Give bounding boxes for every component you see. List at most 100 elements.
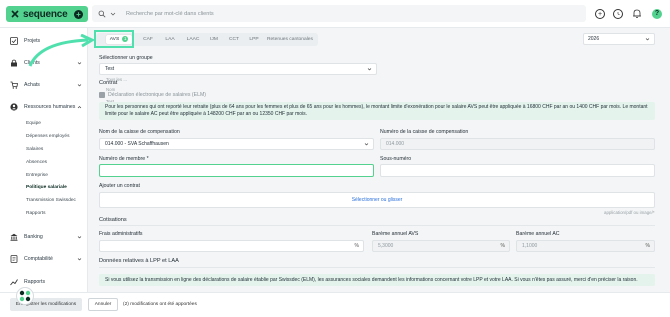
- sidebar-item-rapports[interactable]: Rapports: [10, 276, 82, 288]
- sidebar-item-label: Comptabilité: [24, 256, 53, 262]
- chevron-up-icon: [77, 106, 82, 109]
- sidebar-item-banking[interactable]: Banking: [10, 231, 82, 243]
- add-contract-label: Ajouter un contrat: [99, 183, 140, 189]
- chevron-down-icon[interactable]: [110, 11, 116, 17]
- tab-laa[interactable]: LAA: [162, 35, 178, 44]
- sidebar-subitem-absences[interactable]: Absences: [26, 160, 47, 165]
- tab-lpp[interactable]: LPP: [246, 35, 262, 44]
- sidebar-item-achats[interactable]: Achats: [10, 79, 82, 91]
- member-number-label: Numéro de membre *: [99, 156, 149, 162]
- top-bar: sequence + + ?: [0, 0, 670, 28]
- compensation-number-value: 014.000: [386, 141, 405, 147]
- bank-icon: [10, 233, 18, 241]
- contract-dropzone[interactable]: Sélectionner ou glisser: [99, 192, 655, 208]
- clock-icon[interactable]: [613, 9, 623, 19]
- group-select[interactable]: Test: [99, 63, 377, 75]
- clock-hands-icon: [617, 12, 620, 16]
- checkbox-icon: [10, 37, 18, 45]
- group-label: Sélectionner un groupe: [99, 55, 153, 61]
- tab-ijm[interactable]: IJM: [207, 35, 221, 44]
- year-select[interactable]: 2026: [583, 33, 655, 45]
- search-input[interactable]: [126, 10, 526, 17]
- elm-checkbox[interactable]: [99, 92, 105, 98]
- chevron-down-icon: [364, 143, 369, 146]
- avs-rate-label: Barème annuel AVS: [372, 231, 419, 237]
- ac-rate-field: 1,1000 %: [516, 240, 655, 252]
- section-divider: [99, 267, 655, 268]
- chevron-down-icon: [77, 84, 82, 87]
- percent-suffix: %: [354, 243, 359, 249]
- search-bar[interactable]: [92, 5, 586, 22]
- logo-text: sequence: [23, 8, 68, 20]
- sidebar-subitem-transmission-swissdec[interactable]: Transmission Swissdec: [26, 198, 76, 203]
- changes-count-text: (2) modifications ont été apportées: [123, 302, 197, 307]
- avs-rate-field: 5,3000 %: [372, 240, 510, 252]
- sidebar-item-label: Banking: [24, 234, 43, 240]
- avs-rate-value: 5,3000: [378, 243, 394, 249]
- sidebar-subitem-salaires[interactable]: Salaires: [26, 147, 43, 152]
- compensation-name-label: Nom de la caisse de compensation: [99, 129, 180, 135]
- quick-add-icon[interactable]: +: [74, 9, 83, 19]
- logo-mark-icon: [11, 10, 19, 18]
- tab-retenues-cantonales[interactable]: Retenues cantonales: [264, 35, 316, 44]
- help-icon[interactable]: ?: [652, 9, 662, 19]
- people-icon: [10, 103, 18, 111]
- admin-fees-label: Frais administratifs: [99, 231, 143, 237]
- ac-rate-value: 1,1000: [522, 243, 538, 249]
- sidebar-item-label: Rapports: [24, 279, 46, 285]
- section-divider: [99, 225, 655, 226]
- retirement-info-box: Pour les personnes qui ont reporté leur …: [99, 102, 655, 120]
- admin-fees-input[interactable]: %: [99, 240, 364, 252]
- lpp-laa-title: Données relatives à LPP et LAA: [99, 258, 179, 264]
- sidebar-subitem-politique-salariale[interactable]: Politique salariale: [26, 185, 67, 190]
- compensation-name-value: 014.000 - SVA Schaffhausen: [105, 141, 169, 147]
- annotation-arrow-icon: [28, 34, 96, 67]
- compensation-name-select[interactable]: 014.000 - SVA Schaffhausen: [99, 138, 374, 150]
- tab-highlight-annotation: [94, 30, 134, 48]
- compensation-number-label: Numéro de la caisse de compensation: [380, 129, 469, 135]
- percent-suffix: %: [500, 243, 505, 249]
- sidebar-subitem-equipe[interactable]: Equipe: [26, 121, 41, 126]
- bottom-action-bar: Enregistrer les modifications Annuler (2…: [0, 292, 670, 317]
- ledger-icon: [10, 255, 18, 263]
- chevron-down-icon: [77, 258, 82, 261]
- sidebar-item-ressources-humaines[interactable]: Ressources humaines: [10, 101, 82, 113]
- member-number-input[interactable]: [99, 164, 374, 177]
- sidebar-subitem-depenses-employes[interactable]: Dépenses employés: [26, 134, 69, 139]
- sidebar-item-label: Ressources humaines: [24, 104, 76, 110]
- lock-icon: [11, 59, 17, 67]
- sub-number-label: Sous-numéro: [380, 156, 412, 162]
- upload-hint: application/pdf ou image/*: [604, 210, 655, 215]
- sidebar-subitem-rapports[interactable]: Rapports: [26, 211, 45, 216]
- chart-icon: [10, 279, 18, 286]
- bell-icon[interactable]: [632, 8, 642, 19]
- contract-upload-link[interactable]: Sélectionner ou glisser: [352, 197, 403, 203]
- swissdec-info-box: Si vous utilisez la transmission en lign…: [99, 274, 655, 286]
- sidebar-item-comptabilite[interactable]: Comptabilité: [10, 253, 82, 265]
- ac-rate-label: Barème annuel AC: [516, 231, 560, 237]
- assistant-bubble-icon[interactable]: [16, 287, 34, 305]
- contract-heading: Contrat: [99, 80, 118, 86]
- chevron-down-icon: [645, 38, 650, 41]
- sidebar-item-label: Achats: [24, 82, 40, 88]
- elm-checkbox-label: Déclaration électronique de salaires (EL…: [108, 92, 207, 98]
- sub-number-input[interactable]: [380, 164, 655, 177]
- search-icon: [98, 10, 106, 17]
- percent-suffix: %: [645, 243, 650, 249]
- compensation-number-field: 014.000: [380, 138, 655, 150]
- add-circle-icon[interactable]: +: [595, 9, 605, 19]
- tab-caf[interactable]: CAF: [140, 35, 156, 44]
- sidebar: Projets Clients Achats Ressources humain…: [0, 28, 88, 317]
- chevron-down-icon: [367, 68, 372, 71]
- tab-laac[interactable]: LAAC: [183, 35, 203, 44]
- cancel-button[interactable]: Annuler: [88, 298, 118, 311]
- chevron-down-icon: [77, 236, 82, 239]
- assistant-logo-icon: [19, 290, 31, 302]
- cart-icon: [10, 81, 18, 89]
- app-logo[interactable]: sequence +: [6, 6, 88, 22]
- cotisations-title: Cotisations: [99, 217, 127, 223]
- group-select-value: Test: [105, 66, 115, 72]
- year-select-value: 2026: [588, 36, 600, 42]
- tab-cct[interactable]: CCT: [226, 35, 242, 44]
- sidebar-subitem-entreprise[interactable]: Entreprise: [26, 173, 48, 178]
